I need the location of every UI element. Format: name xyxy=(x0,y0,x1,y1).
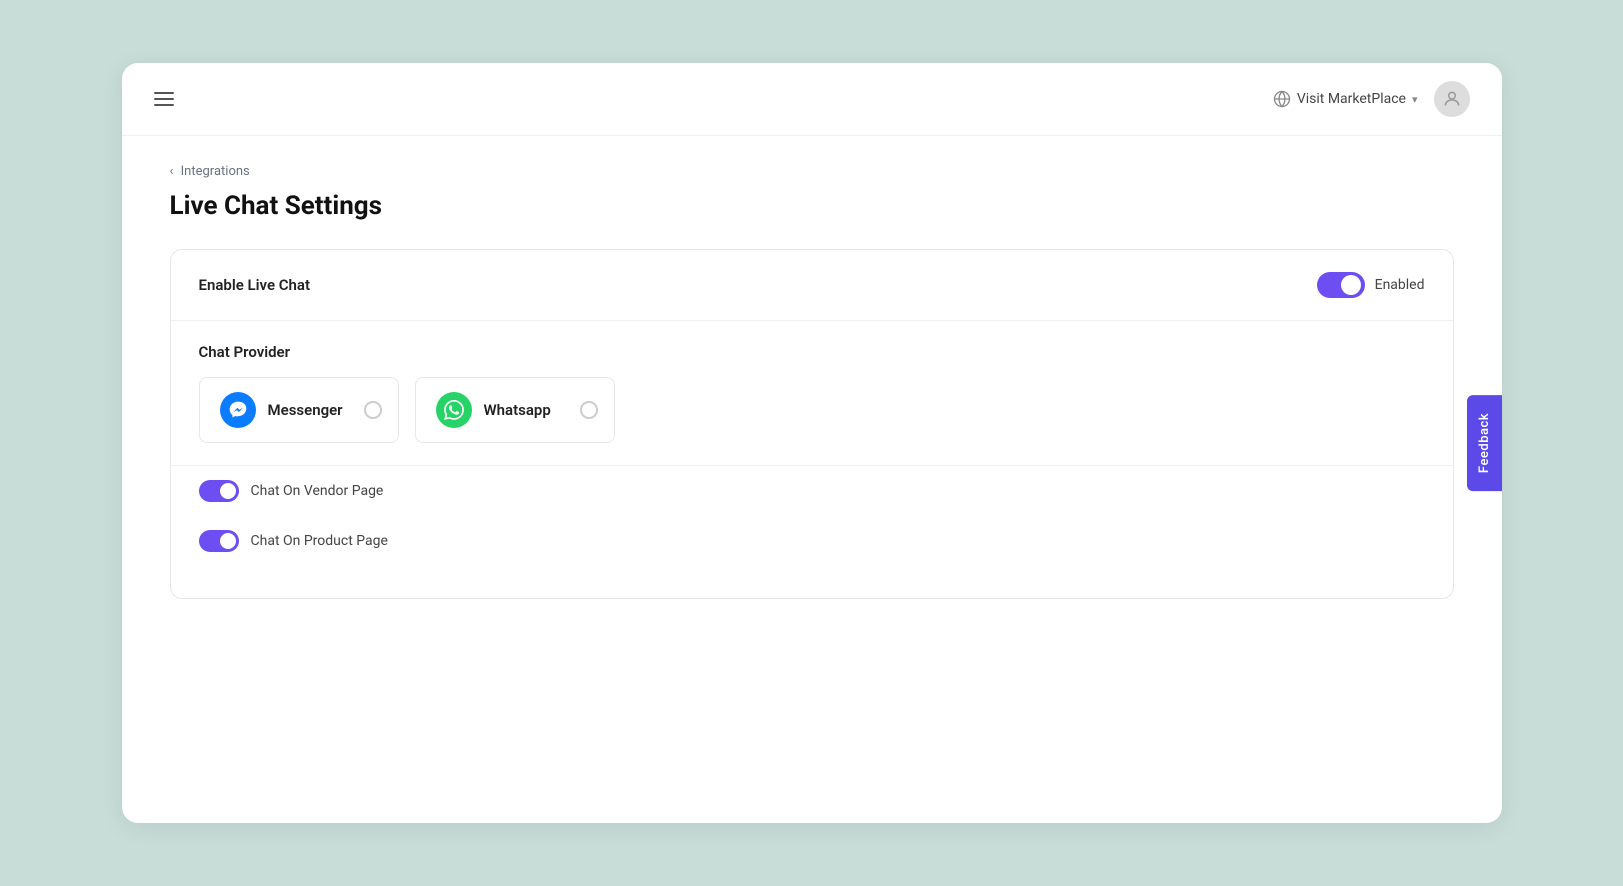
breadcrumb-arrow-icon: ‹ xyxy=(170,164,174,179)
product-page-toggle[interactable] xyxy=(199,530,239,552)
enabled-label: Enabled xyxy=(1375,277,1425,293)
enable-live-chat-label: Enable Live Chat xyxy=(199,276,311,294)
messenger-provider-card[interactable]: Messenger xyxy=(199,377,399,443)
whatsapp-name: Whatsapp xyxy=(484,401,551,419)
enable-live-chat-row: Enable Live Chat Enabled xyxy=(171,250,1453,321)
user-avatar[interactable] xyxy=(1434,81,1470,117)
messenger-radio[interactable] xyxy=(364,401,382,419)
chat-provider-section: Chat Provider Messenger xyxy=(171,321,1453,466)
breadcrumb[interactable]: ‹ Integrations xyxy=(170,164,1454,179)
vendor-page-row: Chat On Vendor Page xyxy=(171,466,1453,516)
vendor-toggle-slider xyxy=(199,480,239,502)
messenger-name: Messenger xyxy=(268,401,343,419)
enable-live-chat-toggle-wrapper: Enabled xyxy=(1317,272,1425,298)
globe-icon xyxy=(1273,90,1291,108)
messenger-icon xyxy=(228,400,248,420)
whatsapp-icon xyxy=(444,400,464,420)
whatsapp-provider-card[interactable]: Whatsapp xyxy=(415,377,615,443)
product-toggle-slider xyxy=(199,530,239,552)
provider-list: Messenger Whatsapp xyxy=(199,377,1425,443)
marketplace-label: Visit MarketPlace xyxy=(1297,91,1406,107)
header-right: Visit MarketPlace ▾ xyxy=(1273,81,1470,117)
chevron-down-icon: ▾ xyxy=(1412,93,1418,106)
main-card: Visit MarketPlace ▾ ‹ Integrations Live … xyxy=(122,63,1502,823)
enable-live-chat-toggle[interactable] xyxy=(1317,272,1365,298)
settings-card: Enable Live Chat Enabled Chat Provider xyxy=(170,249,1454,599)
whatsapp-radio[interactable] xyxy=(580,401,598,419)
vendor-page-toggle[interactable] xyxy=(199,480,239,502)
whatsapp-icon-bg xyxy=(436,392,472,428)
content-area: ‹ Integrations Live Chat Settings Enable… xyxy=(122,136,1502,627)
product-page-label: Chat On Product Page xyxy=(251,533,388,549)
breadcrumb-label: Integrations xyxy=(181,164,250,179)
marketplace-link[interactable]: Visit MarketPlace ▾ xyxy=(1273,90,1418,108)
hamburger-menu-button[interactable] xyxy=(154,92,174,106)
messenger-icon-bg xyxy=(220,392,256,428)
user-icon xyxy=(1442,89,1462,109)
bottom-spacer xyxy=(171,566,1453,598)
product-page-row: Chat On Product Page xyxy=(171,516,1453,566)
page-title: Live Chat Settings xyxy=(170,191,1454,221)
vendor-page-label: Chat On Vendor Page xyxy=(251,483,384,499)
header: Visit MarketPlace ▾ xyxy=(122,63,1502,136)
toggle-slider xyxy=(1317,272,1365,298)
feedback-button[interactable]: Feedback xyxy=(1467,395,1502,491)
chat-provider-label: Chat Provider xyxy=(199,343,1425,361)
